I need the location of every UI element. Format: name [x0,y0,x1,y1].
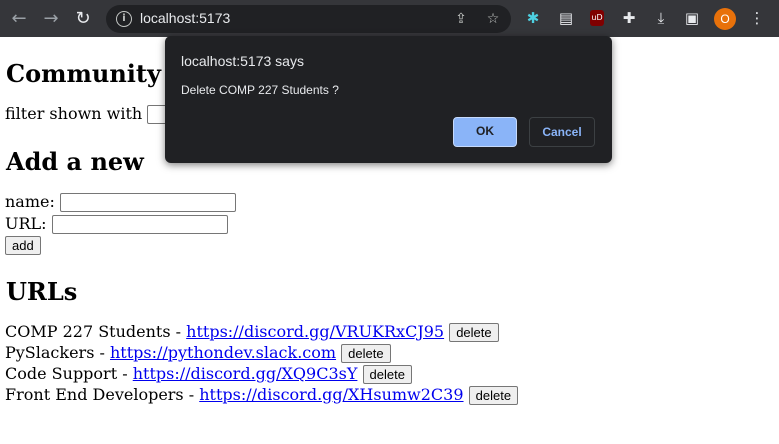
list-item: Code Support - https://discord.gg/XQ9C3s… [5,364,412,384]
ublock-extension-icon[interactable]: uD [590,10,604,26]
entry-name: Front End Developers [5,385,184,404]
name-input[interactable] [59,193,236,212]
delete-button[interactable]: delete [449,323,499,342]
delete-button[interactable]: delete [362,365,412,384]
entry-link[interactable]: https://pythondev.slack.com [110,343,336,362]
ok-button[interactable]: OK [453,117,517,147]
reload-icon[interactable]: ↻ [71,7,95,31]
url-row: URL: [5,214,228,234]
list-item: PySlackers - https://pythondev.slack.com… [5,343,391,363]
confirm-dialog: localhost:5173 says Delete COMP 227 Stud… [165,36,612,163]
bookmark-star-icon[interactable]: ☆ [483,9,503,29]
browser-toolbar: ← → ↻ i localhost:5173 ⇪ ☆ ✱ ▤ uD ✚ ⤓ ▣ … [0,0,779,37]
extensions-puzzle-icon[interactable]: ✚ [619,8,639,28]
extension-asterisk-icon[interactable]: ✱ [523,8,543,28]
delete-button[interactable]: delete [468,386,519,405]
urls-heading: URLs [6,277,78,306]
entry-link[interactable]: https://discord.gg/VRUKRxCJ95 [186,322,444,341]
extension-document-icon[interactable]: ▤ [556,8,576,28]
entry-separator: - [170,322,187,341]
add-row: add [5,235,41,255]
forward-arrow-icon[interactable]: → [39,7,63,31]
address-url[interactable]: localhost:5173 [140,10,230,26]
menu-kebab-icon[interactable]: ⋮ [747,8,767,28]
delete-button[interactable]: delete [341,344,391,363]
dialog-message: Delete COMP 227 Students ? [181,83,339,97]
cancel-button[interactable]: Cancel [529,117,595,147]
address-bar[interactable]: i localhost:5173 ⇪ ☆ [106,5,511,33]
list-item: COMP 227 Students - https://discord.gg/V… [5,322,499,342]
profile-avatar[interactable]: O [714,8,736,30]
entry-separator: - [117,364,133,383]
site-info-icon[interactable]: i [116,11,132,27]
side-panel-icon[interactable]: ▣ [682,8,702,28]
list-item: Front End Developers - https://discord.g… [5,385,519,405]
share-icon[interactable]: ⇪ [451,9,471,29]
add-button[interactable]: add [5,236,41,255]
entry-name: PySlackers [5,343,95,362]
back-arrow-icon[interactable]: ← [7,7,31,31]
entry-separator: - [183,385,200,404]
name-row: name: [5,192,236,212]
entry-name: Code Support [5,364,118,383]
add-heading: Add a new [6,147,144,176]
entry-separator: - [94,343,110,362]
filter-label: filter shown with [5,104,143,123]
entry-link[interactable]: https://discord.gg/XQ9C3sY [133,364,358,383]
url-label: URL: [5,214,47,233]
dialog-title: localhost:5173 says [181,53,304,69]
name-label: name: [5,192,55,211]
entry-name: COMP 227 Students [5,322,171,341]
url-input[interactable] [51,215,228,234]
entry-link[interactable]: https://discord.gg/XHsumw2C39 [199,385,463,404]
download-icon[interactable]: ⤓ [651,8,671,28]
